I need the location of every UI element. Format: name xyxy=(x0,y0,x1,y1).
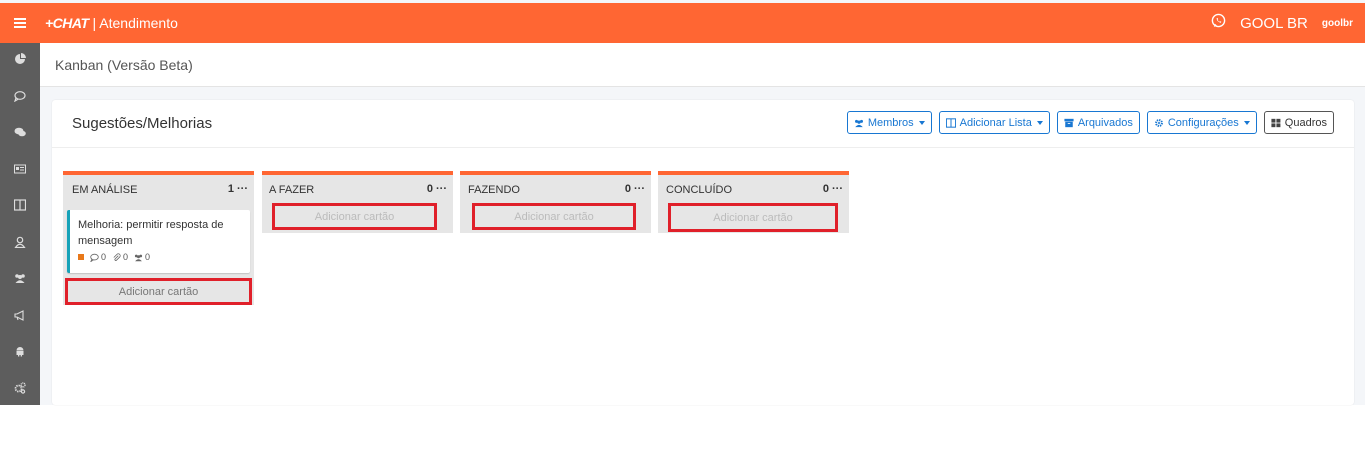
card-meta: 0 0 0 xyxy=(78,252,242,262)
label-tag xyxy=(78,254,84,260)
username[interactable]: goolbr xyxy=(1322,18,1353,29)
archive-icon xyxy=(1064,118,1074,127)
list-header: CONCLUÍDO 0 ··· xyxy=(658,175,849,202)
users-icon xyxy=(854,119,863,127)
list-title: A FAZER xyxy=(269,184,315,196)
sidebar-item-dashboard[interactable] xyxy=(0,43,40,80)
settings-label: Configurações xyxy=(1167,116,1239,129)
whatsapp-icon[interactable] xyxy=(1211,13,1226,33)
add-card-button[interactable]: Adicionar cartão xyxy=(472,203,636,230)
kanban-list-em-analise: EM ANÁLISE 1 ··· Melhoria: permitir resp… xyxy=(63,171,254,305)
page-title: Kanban (Versão Beta) xyxy=(55,57,193,73)
sidebar-item-conversations[interactable] xyxy=(0,116,40,153)
speech-bubble-icon xyxy=(13,89,26,107)
members-count: 0 xyxy=(134,252,150,262)
attachments-count: 0 xyxy=(112,252,128,262)
add-card-button[interactable]: Adicionar cartão xyxy=(668,203,838,232)
sidebar-item-campaigns[interactable] xyxy=(0,299,40,336)
grid-icon xyxy=(1271,118,1281,127)
sidebar-item-contacts[interactable] xyxy=(0,153,40,190)
sidebar-item-kanban[interactable] xyxy=(0,189,40,226)
archived-label: Arquivados xyxy=(1077,116,1133,129)
more-icon[interactable]: ··· xyxy=(832,183,843,195)
kanban-list-a-fazer: A FAZER 0 ··· Adicionar cartão xyxy=(262,171,453,233)
id-card-icon xyxy=(14,162,26,180)
top-navbar: +CHAT | Atendimento GOOL BR goolbr xyxy=(0,3,1365,43)
list-count[interactable]: 0 ··· xyxy=(823,183,843,195)
card-title: Melhoria: permitir resposta de mensagem xyxy=(78,219,224,247)
bullhorn-icon xyxy=(14,308,26,326)
content-header: Kanban (Versão Beta) xyxy=(40,43,1365,87)
chat-bubbles-icon xyxy=(14,125,26,143)
user-icon xyxy=(14,235,26,253)
brand-section: | Atendimento xyxy=(92,15,178,31)
users-icon xyxy=(134,254,143,261)
members-label: Membros xyxy=(867,116,914,129)
settings-button[interactable]: Configurações xyxy=(1146,111,1257,134)
caret-down-icon xyxy=(1243,120,1250,125)
more-icon[interactable]: ··· xyxy=(436,183,447,195)
sidebar-item-users[interactable] xyxy=(0,226,40,263)
board-toolbar: Membros Adicionar Lista Arquivados Confi… xyxy=(846,111,1334,134)
list-count[interactable]: 0 ··· xyxy=(625,183,645,195)
sidebar xyxy=(0,43,40,405)
kanban-card[interactable]: Melhoria: permitir resposta de mensagem … xyxy=(67,210,250,273)
android-icon xyxy=(14,344,26,362)
hamburger-menu-icon[interactable] xyxy=(0,3,40,43)
add-list-label: Adicionar Lista xyxy=(959,116,1032,129)
brand-logo: +CHAT xyxy=(45,15,89,31)
cogs-icon xyxy=(14,381,26,399)
list-count[interactable]: 0 ··· xyxy=(427,183,447,195)
add-card-button[interactable]: Adicionar cartão xyxy=(272,203,437,230)
gear-icon xyxy=(1154,118,1163,127)
columns-icon xyxy=(945,117,956,128)
comment-icon xyxy=(90,253,99,262)
add-list-button[interactable]: Adicionar Lista xyxy=(938,111,1050,134)
list-title: CONCLUÍDO xyxy=(666,184,733,196)
comments-count: 0 xyxy=(90,252,106,262)
list-header: A FAZER 0 ··· xyxy=(262,175,453,202)
app-window: +CHAT | Atendimento GOOL BR goolbr Kanba… xyxy=(0,0,1365,405)
list-title: EM ANÁLISE xyxy=(72,184,138,196)
users-icon xyxy=(14,271,26,289)
sidebar-item-teams[interactable] xyxy=(0,262,40,299)
sidebar-item-chat[interactable] xyxy=(0,80,40,117)
company-name[interactable]: GOOL BR xyxy=(1240,15,1308,32)
board-title: Sugestões/Melhorias xyxy=(72,115,213,132)
brand[interactable]: +CHAT | Atendimento xyxy=(45,15,178,31)
list-count[interactable]: 1 ··· xyxy=(228,183,248,195)
kanban-list-concluido: CONCLUÍDO 0 ··· Adicionar cartão xyxy=(658,171,849,233)
more-icon[interactable]: ··· xyxy=(237,183,248,195)
more-icon[interactable]: ··· xyxy=(634,183,645,195)
paperclip-icon xyxy=(113,252,121,261)
caret-down-icon xyxy=(1036,120,1043,125)
columns-icon xyxy=(13,198,27,216)
sidebar-item-settings[interactable] xyxy=(0,372,40,409)
board-header: Sugestões/Melhorias Membros Adicionar Li… xyxy=(52,100,1354,148)
list-title: FAZENDO xyxy=(468,184,520,196)
add-card-button[interactable]: Adicionar cartão xyxy=(65,278,252,305)
pie-chart-icon xyxy=(14,52,26,70)
caret-down-icon xyxy=(918,120,925,125)
kanban-list-fazendo: FAZENDO 0 ··· Adicionar cartão xyxy=(460,171,651,233)
boards-label: Quadros xyxy=(1284,116,1327,129)
archived-button[interactable]: Arquivados xyxy=(1056,111,1140,134)
list-header: FAZENDO 0 ··· xyxy=(460,175,651,202)
boards-button[interactable]: Quadros xyxy=(1263,111,1334,134)
sidebar-item-bot[interactable] xyxy=(0,335,40,372)
list-header: EM ANÁLISE 1 ··· xyxy=(63,175,254,202)
members-button[interactable]: Membros xyxy=(846,111,932,134)
